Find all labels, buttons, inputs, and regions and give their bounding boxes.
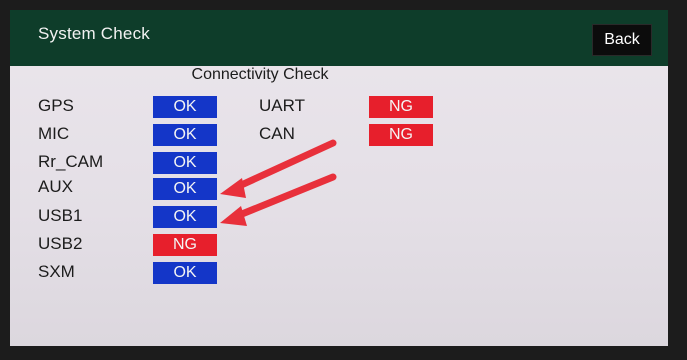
- annotation-arrows: [220, 139, 337, 226]
- annotation-arrow-aux-head: [220, 178, 246, 198]
- screen: System Check Back Connectivity Check GPS…: [10, 10, 668, 346]
- annotation-arrow-usb1-head: [220, 206, 247, 226]
